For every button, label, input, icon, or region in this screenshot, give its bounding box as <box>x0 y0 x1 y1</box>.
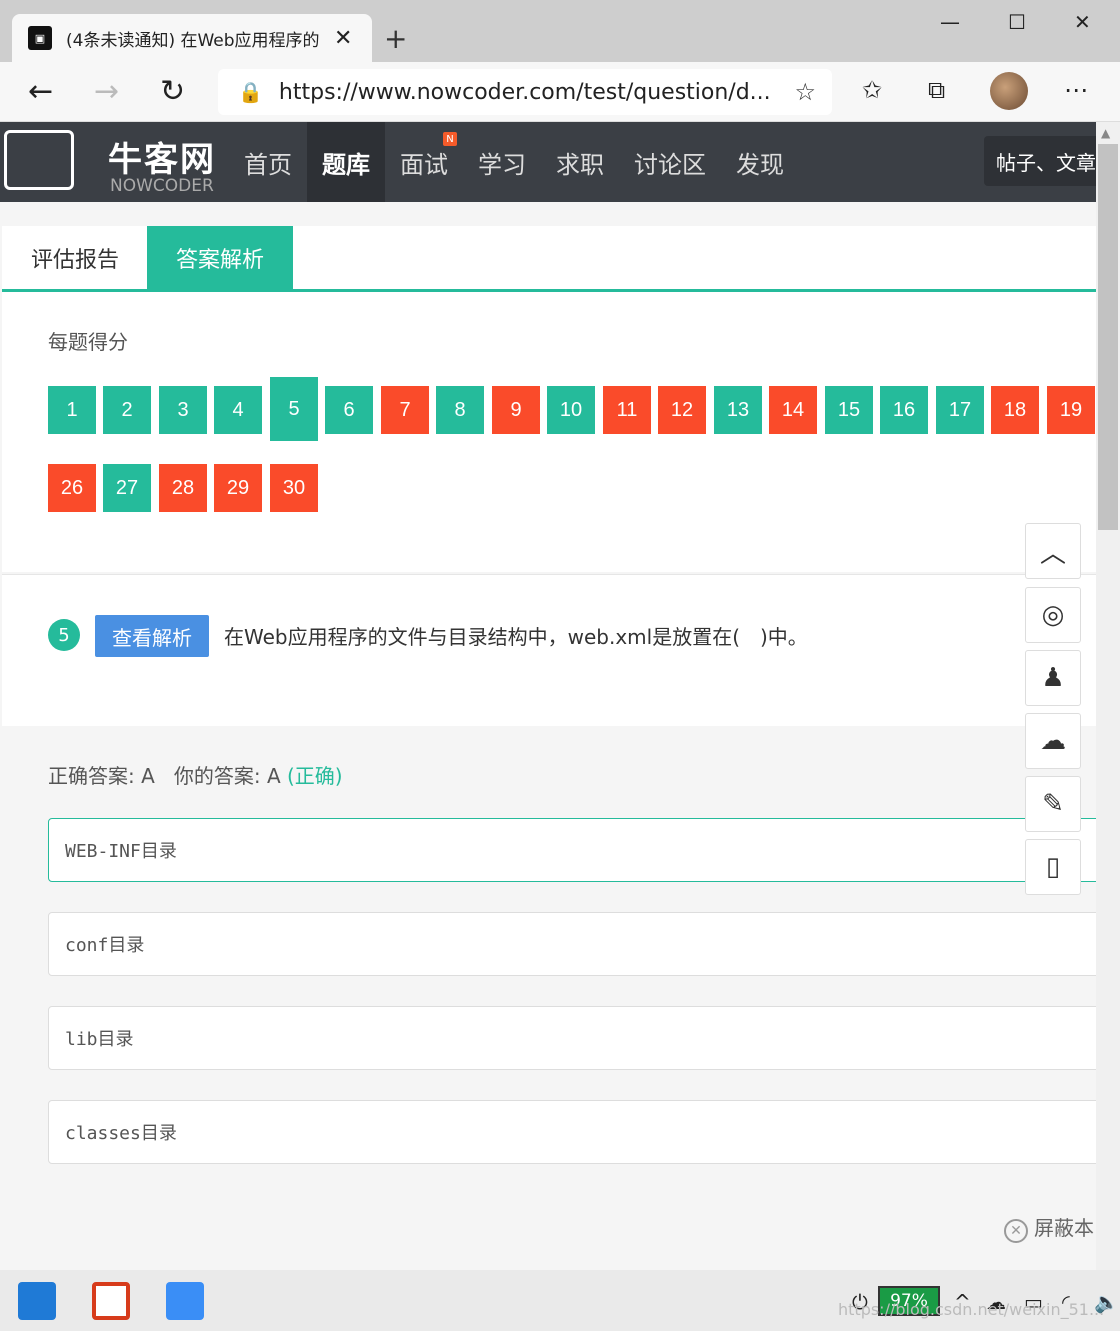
site-search-input[interactable]: 帖子、文章 <box>984 136 1096 186</box>
tab-answer-analysis[interactable]: 答案解析 <box>147 226 294 289</box>
logo-text[interactable]: 牛客网 <box>108 132 216 181</box>
question-cell-8[interactable]: 8 <box>436 386 484 434</box>
nav-jobs[interactable]: 求职 <box>542 122 618 202</box>
question-cell-29[interactable]: 29 <box>214 464 262 512</box>
score-title: 每题得分 <box>48 330 128 354</box>
question-cell-11[interactable]: 11 <box>603 386 651 434</box>
favorite-star-icon[interactable]: ☆ <box>794 78 816 106</box>
mobile-icon[interactable]: ▯ <box>1025 839 1081 895</box>
question-cell-26[interactable]: 26 <box>48 464 96 512</box>
nav-discussion[interactable]: 讨论区 <box>620 122 720 202</box>
close-window-icon[interactable]: ✕ <box>1074 10 1091 34</box>
nav-home[interactable]: 首页 <box>230 122 306 202</box>
nav-learning[interactable]: 学习 <box>464 122 540 202</box>
tab-title: (4条未读通知) 在Web应用程序的 <box>66 30 320 51</box>
view-analysis-button[interactable]: 查看解析 <box>95 615 209 657</box>
question-cell-4[interactable]: 4 <box>214 386 262 434</box>
question-cell-19[interactable]: 19 <box>1047 386 1095 434</box>
shield-link[interactable]: ✕ 屏蔽本 <box>1004 1212 1094 1243</box>
csdn-watermark: https://blog.csdn.net/weixin_51... <box>838 1300 1105 1319</box>
question-cell-7[interactable]: 7 <box>381 386 429 434</box>
answer-result: (正确) <box>287 764 343 788</box>
question-cell-13[interactable]: 13 <box>714 386 762 434</box>
browser-toolbar: ← → ↻ 🔒 https://www.nowcoder.com/test/qu… <box>0 62 1120 122</box>
nowcoder-logo-icon[interactable] <box>4 130 74 190</box>
new-badge: N <box>443 132 457 146</box>
back-icon[interactable]: ← <box>28 74 53 109</box>
edit-feedback-icon[interactable]: ✎ <box>1025 776 1081 832</box>
wechat-share-icon[interactable]: ☁ <box>1025 713 1081 769</box>
collections-icon[interactable]: ⧉ <box>928 76 945 104</box>
your-answer: 你的答案: A <box>173 764 281 788</box>
question-cell-16[interactable]: 16 <box>880 386 928 434</box>
feishu-app-icon[interactable] <box>166 1282 204 1320</box>
question-cell-15[interactable]: 15 <box>825 386 873 434</box>
tab-close-icon[interactable]: ✕ <box>334 26 352 51</box>
question-cell-10[interactable]: 10 <box>547 386 595 434</box>
option-c[interactable]: lib目录 <box>48 1006 1108 1070</box>
question-cell-17[interactable]: 17 <box>936 386 984 434</box>
correct-answer: 正确答案: A <box>48 764 155 788</box>
weibo-share-icon[interactable]: ◎ <box>1025 587 1081 643</box>
more-menu-icon[interactable]: ⋯ <box>1064 76 1088 104</box>
option-a[interactable]: WEB-INF目录 <box>48 818 1108 882</box>
mail-app-icon[interactable] <box>18 1282 56 1320</box>
new-tab-icon[interactable]: + <box>384 22 407 55</box>
question-cell-30[interactable]: 30 <box>270 464 318 512</box>
shield-text: 屏蔽本 <box>1034 1216 1094 1240</box>
question-cell-1[interactable]: 1 <box>48 386 96 434</box>
question-cell-6[interactable]: 6 <box>325 386 373 434</box>
close-circle-icon: ✕ <box>1004 1219 1028 1243</box>
question-cell-27[interactable]: 27 <box>103 464 151 512</box>
address-bar[interactable]: 🔒 https://www.nowcoder.com/test/question… <box>218 69 832 115</box>
lock-icon: 🔒 <box>238 80 263 104</box>
profile-avatar[interactable] <box>990 72 1028 110</box>
question-cell-12[interactable]: 12 <box>658 386 706 434</box>
question-cell-14[interactable]: 14 <box>769 386 817 434</box>
question-cell-3[interactable]: 3 <box>159 386 207 434</box>
site-favicon-icon: ▣ <box>28 26 52 50</box>
option-d[interactable]: classes目录 <box>48 1100 1108 1164</box>
question-number: 5 <box>48 619 80 651</box>
refresh-icon[interactable]: ↻ <box>160 74 185 109</box>
tab-evaluation-report[interactable]: 评估报告 <box>2 226 148 289</box>
nav-question-bank[interactable]: 题库 <box>307 122 385 202</box>
office-app-icon[interactable] <box>92 1282 130 1320</box>
scroll-up-icon[interactable]: ▲ <box>1101 126 1110 140</box>
site-navbar: 牛客网 NOWCODER 首页 题库 面试 学习 求职 讨论区 发现 <box>0 122 1096 202</box>
url-text: https://www.nowcoder.com/test/question/d… <box>278 79 771 105</box>
answer-summary: 正确答案: A 你的答案: A (正确) <box>48 760 343 789</box>
maximize-icon[interactable]: ☐ <box>1008 10 1026 34</box>
browser-tab[interactable]: ▣ (4条未读通知) 在Web应用程序的 ✕ <box>12 14 372 62</box>
option-b[interactable]: conf目录 <box>48 912 1108 976</box>
minimize-icon[interactable]: — <box>940 10 960 34</box>
question-cell-2[interactable]: 2 <box>103 386 151 434</box>
nav-discover[interactable]: 发现 <box>722 122 798 202</box>
report-tabs: 评估报告 答案解析 <box>2 226 1096 292</box>
question-cell-9[interactable]: 9 <box>492 386 540 434</box>
qq-share-icon[interactable]: ♟ <box>1025 650 1081 706</box>
question-cell-5[interactable]: 5 <box>270 377 318 441</box>
question-cell-18[interactable]: 18 <box>991 386 1039 434</box>
question-cell-28[interactable]: 28 <box>159 464 207 512</box>
favorites-list-icon[interactable]: ✩ <box>862 76 882 104</box>
question-text: 在Web应用程序的文件与目录结构中，web.xml是放置在( )中。 <box>224 625 808 649</box>
scrollbar-thumb[interactable] <box>1098 144 1118 530</box>
back-to-top-icon[interactable]: ︿ <box>1025 523 1081 579</box>
logo-subtext: NOWCODER <box>110 176 214 196</box>
forward-icon[interactable]: → <box>94 74 119 109</box>
